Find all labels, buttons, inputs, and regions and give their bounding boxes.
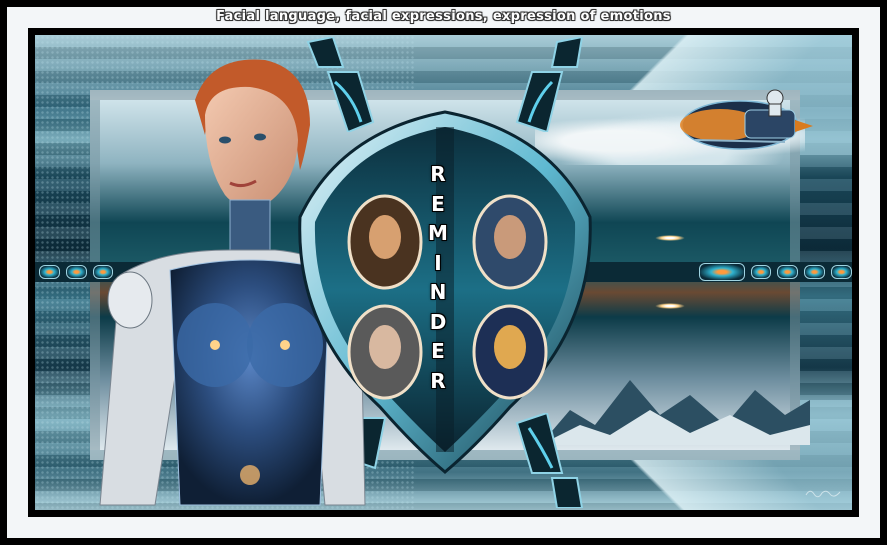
reminder-letter: M bbox=[428, 221, 448, 245]
reminder-letter: E bbox=[431, 339, 445, 363]
strip-cell bbox=[39, 265, 60, 279]
strip-cell bbox=[804, 265, 826, 279]
portrait-top-right bbox=[472, 194, 548, 290]
spaceship-illustration bbox=[680, 89, 813, 150]
reminder-vertical-text: R E M I N D E R bbox=[423, 160, 453, 396]
star-sparkle bbox=[655, 235, 685, 241]
reminder-letter: R bbox=[430, 162, 446, 186]
reminder-letter: I bbox=[434, 250, 442, 275]
portrait-top-left bbox=[347, 194, 423, 290]
reminder-letter: E bbox=[431, 191, 445, 216]
artist-signature bbox=[805, 490, 841, 498]
strip-cell bbox=[777, 265, 799, 279]
reminder-letter: N bbox=[429, 280, 447, 304]
reminder-letter: D bbox=[429, 309, 447, 334]
reminder-letter: R bbox=[430, 368, 446, 393]
portrait-bottom-right bbox=[472, 304, 548, 400]
star-sparkle bbox=[655, 303, 685, 309]
artwork-canvas: R E M I N D E R bbox=[35, 35, 852, 510]
strip-cell bbox=[750, 265, 772, 279]
strip-cell bbox=[699, 263, 745, 281]
strip-cell bbox=[831, 265, 852, 279]
portrait-bottom-left bbox=[347, 304, 423, 400]
page-title: Facial language, facial expressions, exp… bbox=[216, 9, 671, 24]
